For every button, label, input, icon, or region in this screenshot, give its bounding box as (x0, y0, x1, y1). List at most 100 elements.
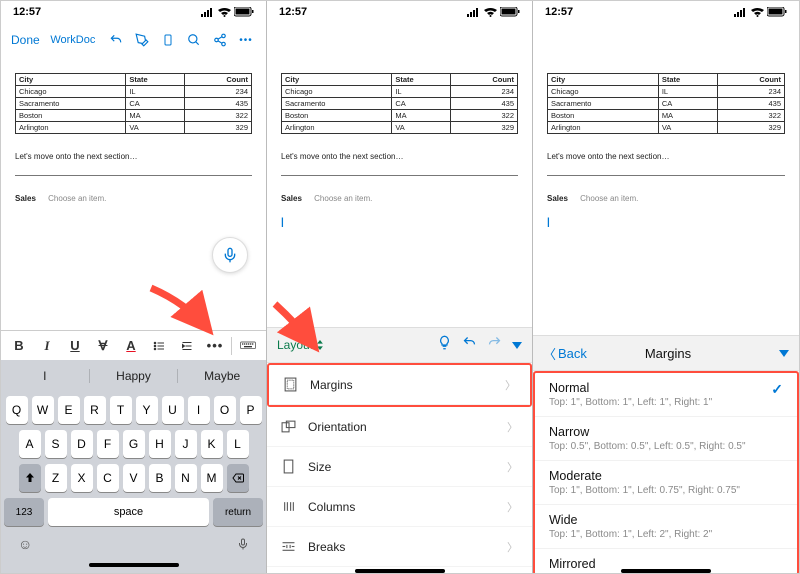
table-row[interactable]: ChicagoIL234 (16, 86, 252, 98)
chevron-left-icon: 〈 (543, 344, 556, 363)
body-text[interactable]: Let's move onto the next section… (281, 152, 518, 161)
collapse-panel-button[interactable] (512, 342, 522, 349)
key-y[interactable]: Y (136, 396, 158, 424)
key-c[interactable]: C (97, 464, 119, 492)
key-g[interactable]: G (123, 430, 145, 458)
key-w[interactable]: W (32, 396, 54, 424)
table-row[interactable]: ChicagoIL234 (548, 86, 785, 98)
table-row[interactable]: ChicagoIL234 (282, 86, 518, 98)
search-icon[interactable] (184, 30, 204, 50)
th-count: Count (718, 74, 785, 86)
th-city: City (548, 74, 659, 86)
underline-button[interactable]: U (63, 338, 87, 353)
italic-button[interactable]: I (35, 338, 59, 354)
emoji-key[interactable]: ☺ (18, 536, 32, 557)
space-key[interactable]: space (48, 498, 209, 526)
backspace-key[interactable] (227, 464, 249, 492)
key-t[interactable]: T (110, 396, 132, 424)
suggestion-2[interactable]: Happy (90, 369, 179, 383)
key-h[interactable]: H (149, 430, 171, 458)
redo-icon[interactable] (487, 335, 502, 355)
sales-field[interactable]: Sales Choose an item. (547, 194, 785, 203)
key-f[interactable]: F (97, 430, 119, 458)
font-color-button[interactable]: A (119, 338, 143, 353)
option-margins[interactable]: Margins 〉 (269, 365, 530, 405)
body-text[interactable]: Let's move onto the next section… (15, 152, 252, 161)
key-e[interactable]: E (58, 396, 80, 424)
key-u[interactable]: U (162, 396, 184, 424)
layout-panel-header: Layout (267, 327, 532, 363)
return-key[interactable]: return (213, 498, 263, 526)
table-row[interactable]: ArlingtonVA329 (282, 122, 518, 134)
option-breaks[interactable]: Breaks 〉 (267, 527, 532, 567)
body-text[interactable]: Let's move onto the next section… (547, 152, 785, 161)
undo-icon[interactable] (106, 30, 126, 50)
table-row[interactable]: BostonMA322 (282, 110, 518, 122)
dictate-key[interactable] (237, 536, 249, 557)
bullets-button[interactable] (147, 340, 171, 352)
key-r[interactable]: R (84, 396, 106, 424)
data-table[interactable]: City State Count ChicagoIL234SacramentoC… (547, 73, 785, 134)
option-orientation[interactable]: Orientation 〉 (267, 407, 532, 447)
table-cell: VA (392, 122, 451, 134)
key-o[interactable]: O (214, 396, 236, 424)
key-q[interactable]: Q (6, 396, 28, 424)
document-area[interactable]: City State Count ChicagoIL234SacramentoC… (1, 57, 266, 330)
key-i[interactable]: I (188, 396, 210, 424)
more-icon[interactable]: ••• (236, 30, 256, 50)
margin-option-wide[interactable]: WideTop: 1", Bottom: 1", Left: 2", Right… (535, 505, 797, 549)
document-area[interactable]: City State Count ChicagoIL234SacramentoC… (267, 57, 532, 236)
sales-field[interactable]: Sales Choose an item. (281, 194, 518, 203)
key-l[interactable]: L (227, 430, 249, 458)
table-row[interactable]: BostonMA322 (548, 110, 785, 122)
key-x[interactable]: X (71, 464, 93, 492)
layout-tab-selector[interactable]: Layout (277, 338, 324, 352)
key-m[interactable]: M (201, 464, 223, 492)
shift-key[interactable] (19, 464, 41, 492)
key-b[interactable]: B (149, 464, 171, 492)
draw-icon[interactable] (132, 30, 152, 50)
table-row[interactable]: SacramentoCA435 (282, 98, 518, 110)
key-d[interactable]: D (71, 430, 93, 458)
done-button[interactable]: Done (11, 33, 40, 47)
suggestion-1[interactable]: I (1, 369, 90, 383)
key-p[interactable]: P (240, 396, 262, 424)
table-row[interactable]: SacramentoCA435 (16, 98, 252, 110)
table-cell: VA (126, 122, 185, 134)
key-z[interactable]: Z (45, 464, 67, 492)
bold-button[interactable]: B (7, 338, 31, 353)
mobile-view-icon[interactable] (158, 30, 178, 50)
key-k[interactable]: K (201, 430, 223, 458)
undo-icon[interactable] (462, 335, 477, 355)
document-area[interactable]: City State Count ChicagoIL234SacramentoC… (533, 57, 799, 236)
option-size[interactable]: Size 〉 (267, 447, 532, 487)
option-columns[interactable]: Columns 〉 (267, 487, 532, 527)
numbers-key[interactable]: 123 (4, 498, 44, 526)
table-row[interactable]: SacramentoCA435 (548, 98, 785, 110)
data-table[interactable]: City State Count ChicagoIL234SacramentoC… (281, 73, 518, 134)
strikethrough-button[interactable]: ∀ (91, 338, 115, 354)
chevron-updown-icon (316, 340, 324, 350)
keyboard-toggle-button[interactable] (236, 341, 260, 351)
key-n[interactable]: N (175, 464, 197, 492)
table-row[interactable]: ArlingtonVA329 (16, 122, 252, 134)
table-row[interactable]: BostonMA322 (16, 110, 252, 122)
suggestion-3[interactable]: Maybe (178, 369, 266, 383)
dictation-button[interactable] (212, 237, 248, 273)
key-a[interactable]: A (19, 430, 41, 458)
sales-field[interactable]: Sales Choose an item. (15, 194, 252, 203)
collapse-panel-button[interactable] (779, 350, 789, 357)
margin-option-normal[interactable]: ✓NormalTop: 1", Bottom: 1", Left: 1", Ri… (535, 373, 797, 417)
data-table[interactable]: City State Count ChicagoIL234SacramentoC… (15, 73, 252, 134)
more-formatting-button[interactable]: ••• (203, 338, 227, 353)
share-icon[interactable] (210, 30, 230, 50)
key-j[interactable]: J (175, 430, 197, 458)
key-s[interactable]: S (45, 430, 67, 458)
hint-icon[interactable] (437, 335, 452, 355)
key-v[interactable]: V (123, 464, 145, 492)
margin-option-moderate[interactable]: ModerateTop: 1", Bottom: 1", Left: 0.75"… (535, 461, 797, 505)
margin-option-narrow[interactable]: NarrowTop: 0.5", Bottom: 0.5", Left: 0.5… (535, 417, 797, 461)
table-cell: 329 (718, 122, 785, 134)
indent-button[interactable] (175, 340, 199, 352)
table-row[interactable]: ArlingtonVA329 (548, 122, 785, 134)
